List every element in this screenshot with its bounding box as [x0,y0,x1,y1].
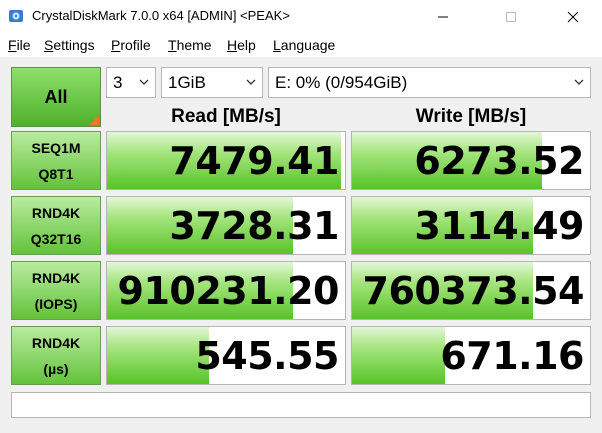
minimize-icon [438,16,448,17]
menu-file[interactable]: File [8,37,31,53]
close-icon [567,11,579,22]
read-result-bar [107,327,210,384]
test-count-value: 3 [113,73,123,92]
write-result-cell: 3114.49 [351,196,591,255]
menu-language-mnemonic: L [273,37,281,53]
menu-theme[interactable]: Theme [168,37,212,53]
row-seq1m-q8t1-button[interactable]: SEQ1M Q8T1 [11,131,101,190]
menu-theme-mnemonic: T [168,37,177,53]
maximize-button[interactable] [488,0,534,33]
read-result-cell: 910231.20 [106,261,346,320]
write-result-cell: 6273.52 [351,131,591,190]
drive-select[interactable]: E: 0% (0/954GiB) [268,67,591,98]
menu-help[interactable]: Help [227,37,256,53]
row-label-line2: Q32T16 [30,230,82,247]
write-result-value: 671.16 [440,334,584,378]
read-result-cell: 545.55 [106,326,346,385]
chevron-down-icon [139,79,149,85]
test-size-value: 1GiB [168,73,206,92]
row-label-line2: (IOPS) [34,295,78,312]
all-button-corner [89,115,99,125]
maximize-icon [506,11,516,22]
menu-language[interactable]: Language [273,37,335,53]
row-rnd4k-latency-button[interactable]: RND4K (µs) [11,326,101,385]
menu-help-mnemonic: H [227,37,238,53]
read-result-value: 545.55 [195,334,339,378]
write-result-value: 6273.52 [414,139,584,183]
write-result-cell: 671.16 [351,326,591,385]
menu-bar: File Settings Profile Theme Help Languag… [0,33,602,57]
all-button-label: All [44,86,68,107]
read-result-value: 7479.41 [169,139,339,183]
row-label-line1: SEQ1M [31,139,81,156]
write-result-cell: 760373.54 [351,261,591,320]
row-label-line1: RND4K [31,334,81,351]
menu-settings-mnemonic: S [44,37,54,53]
all-button[interactable]: All [11,67,101,127]
read-result-value: 910231.20 [117,269,340,313]
disk-icon [9,10,23,22]
chevron-down-icon [246,79,256,85]
write-result-value: 760373.54 [362,269,585,313]
row-label-line2: (µs) [43,360,69,377]
menu-settings[interactable]: Settings [44,37,95,53]
row-label-line1: RND4K [31,269,81,286]
read-result-cell: 3728.31 [106,196,346,255]
write-result-value: 3114.49 [414,204,584,248]
drive-value: E: 0% (0/954GiB) [275,73,408,92]
minimize-button[interactable] [420,0,466,33]
title-bar: CrystalDiskMark 7.0.0 x64 [ADMIN] <PEAK> [0,0,602,33]
row-rnd4k-iops-button[interactable]: RND4K (IOPS) [11,261,101,320]
status-bar [11,392,591,418]
read-result-cell: 7479.41 [106,131,346,190]
write-column-header: Write [MB/s] [415,106,527,127]
row-rnd4k-q32t16-button[interactable]: RND4K Q32T16 [11,196,101,255]
test-size-select[interactable]: 1GiB [161,67,263,98]
window-title: CrystalDiskMark 7.0.0 x64 [ADMIN] <PEAK> [32,8,290,23]
row-label-line1: RND4K [31,204,81,221]
chevron-down-icon [574,79,584,85]
menu-file-mnemonic: F [8,37,17,53]
write-result-bar [352,327,445,384]
row-label-line2: Q8T1 [38,165,74,182]
menu-profile-mnemonic: P [111,37,121,53]
read-result-value: 3728.31 [169,204,339,248]
close-button[interactable] [550,0,596,33]
main-panel: All 3 1GiB E: 0% (0/954GiB) Read [MB/s] … [0,57,602,433]
test-count-select[interactable]: 3 [106,67,156,98]
menu-profile[interactable]: Profile [111,37,151,53]
read-column-header: Read [MB/s] [171,106,281,127]
